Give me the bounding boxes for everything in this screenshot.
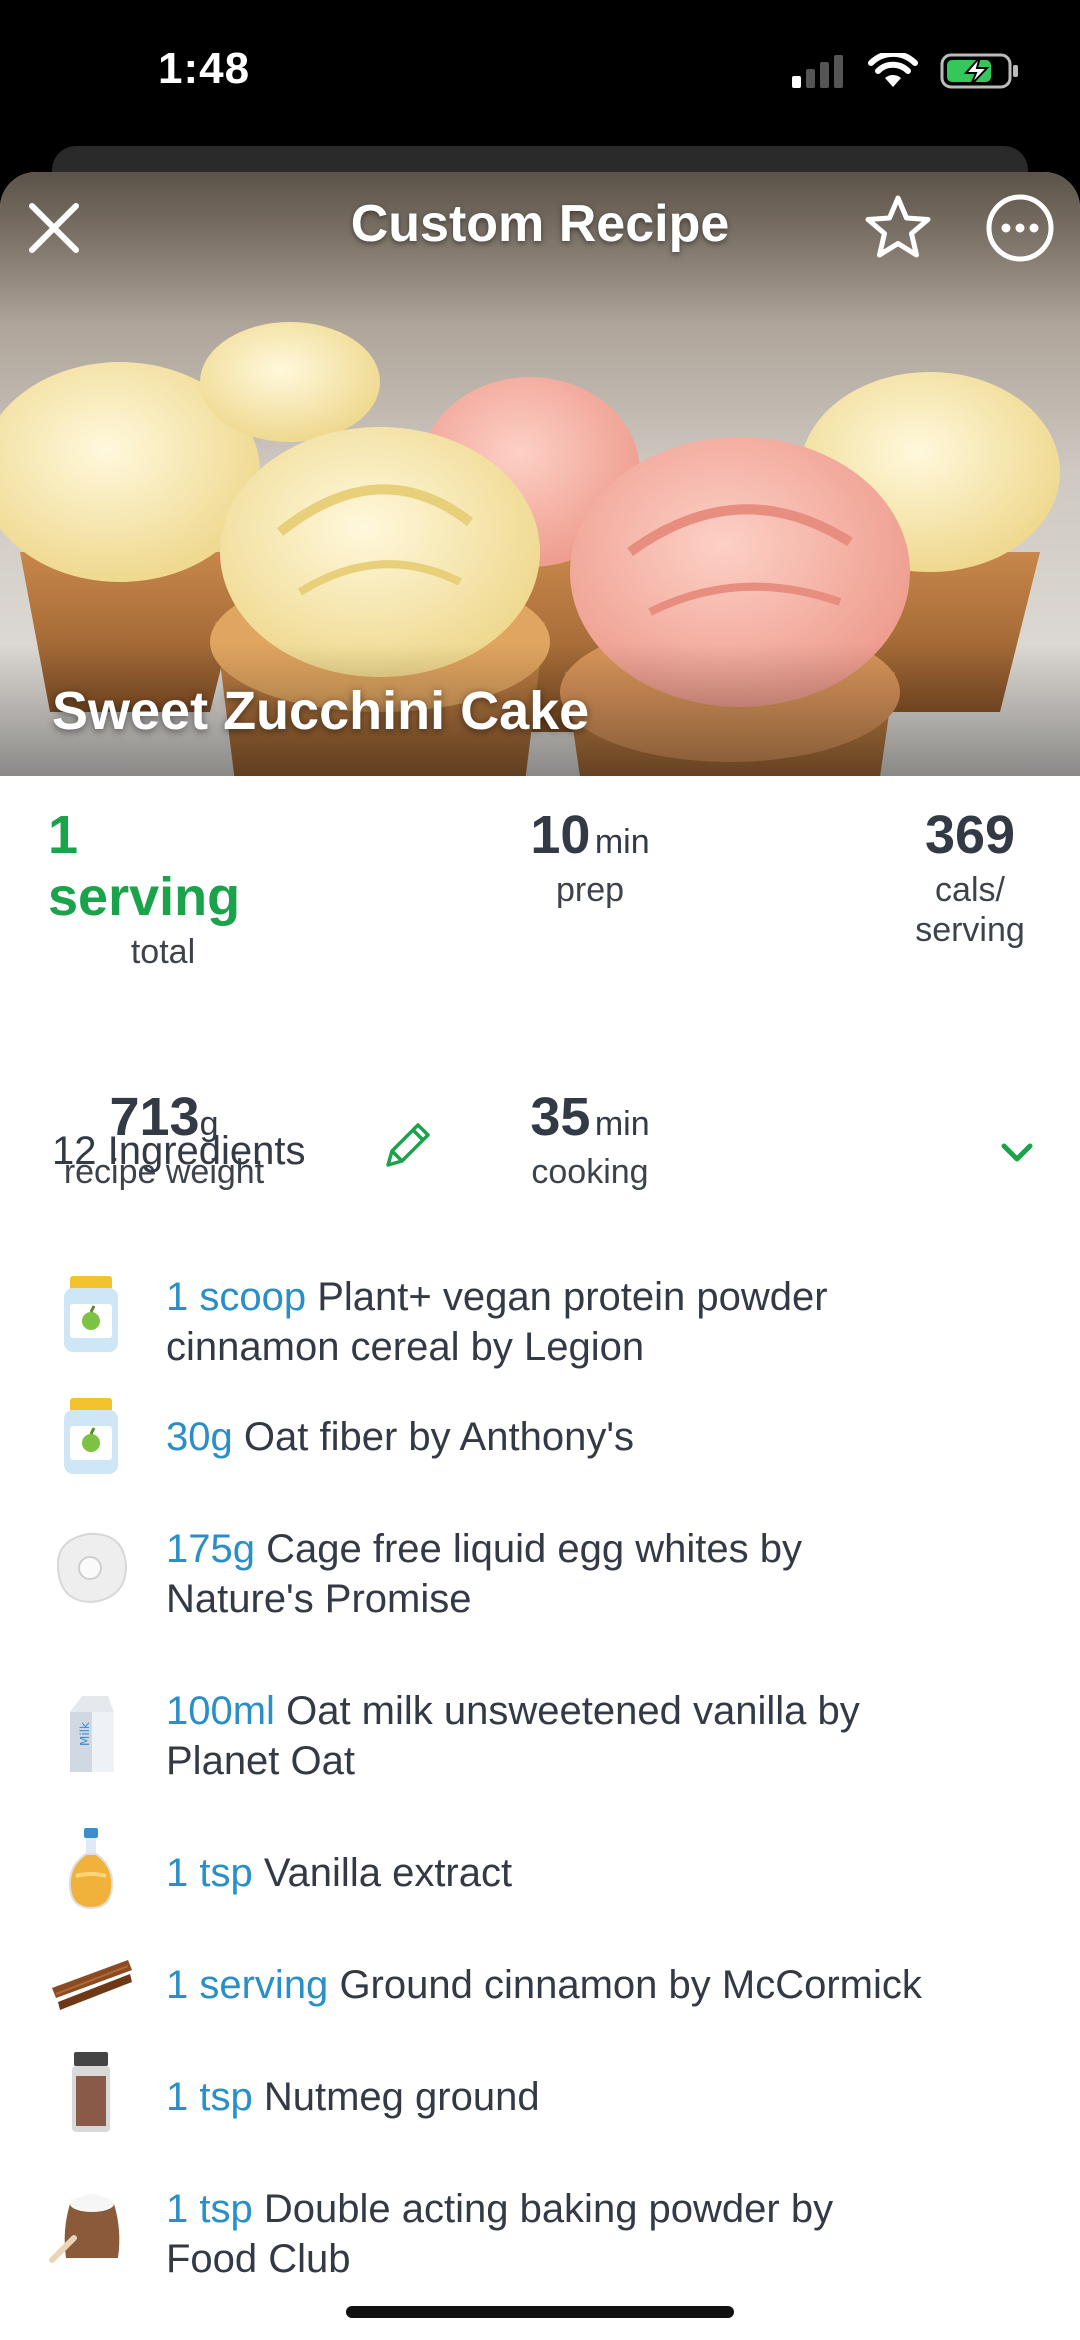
prep-time-stat: 10 min prep [480, 804, 700, 910]
status-time: 1:48 [158, 44, 251, 93]
ingredients-header[interactable]: 12 Ingredients [52, 1117, 1042, 1187]
ingredient-name: Plant+ vegan protein powder [317, 1275, 828, 1319]
battery-charging-icon [940, 53, 1018, 89]
ingredient-row[interactable]: 1 serving Ground cinnamon by McCormick [0, 1960, 1080, 2050]
ingredient-name: Nutmeg ground [263, 2075, 540, 2119]
ingredient-name-continued: cinnamon cereal by Legion [166, 1325, 645, 1369]
recipe-sheet: Custom Recipe Sweet Zucchini Cake 1 serv… [0, 172, 1080, 2340]
ingredient-quantity: 30g [166, 1415, 233, 1459]
ingredient-quantity: 1 tsp [166, 1851, 253, 1895]
home-indicator[interactable] [346, 2306, 734, 2318]
recipe-hero-image: Custom Recipe Sweet Zucchini Cake [0, 172, 1080, 776]
ingredient-name: Cage free liquid egg whites by [266, 1527, 802, 1571]
milk-carton-label: Milk [78, 1722, 92, 1746]
ingredient-quantity: 1 tsp [166, 2187, 253, 2231]
milk-carton-icon: Milk [70, 1696, 114, 1772]
ingredient-row[interactable]: 175g Cage free liquid egg whites by Natu… [0, 1524, 1080, 1634]
ingredient-row[interactable]: 1 tsp Vanilla extract [0, 1828, 1080, 1938]
ingredient-name: Vanilla extract [263, 1851, 513, 1895]
ingredient-name-continued: Planet Oat [166, 1739, 356, 1783]
edit-ingredients-button[interactable] [376, 1117, 436, 1177]
supplement-jar-icon [64, 1276, 118, 1352]
ingredient-row[interactable]: 30g Oat fiber by Anthony's [0, 1398, 1080, 1502]
supplement-jar-icon [64, 1398, 118, 1474]
servings-label: total [130, 933, 196, 971]
collapse-ingredients-button[interactable] [992, 1127, 1042, 1177]
prep-label: prep [555, 871, 625, 909]
ingredient-row[interactable]: 1 tsp Double acting baking powder by Foo… [0, 2184, 1080, 2294]
ingredient-quantity: 1 serving [166, 1963, 329, 2007]
ingredient-name-continued: Nature's Promise [166, 1577, 472, 1621]
ingredient-name: Ground cinnamon by McCormick [339, 1963, 922, 2007]
egg-icon [56, 1532, 128, 1604]
calories-label-line1: cals/ [935, 871, 1005, 909]
ingredient-row[interactable]: 1 tsp Nutmeg ground [0, 2052, 1080, 2162]
status-icons [790, 52, 1020, 90]
ingredient-name-continued: Food Club [166, 2237, 351, 2281]
pencil-icon [386, 1123, 430, 1167]
ingredient-quantity: 1 tsp [166, 2075, 253, 2119]
prep-value: 10 [530, 805, 591, 865]
status-bar: 1:48 [0, 0, 1080, 150]
servings-value: 1 serving [48, 805, 241, 927]
more-options-icon [986, 194, 1054, 262]
ingredient-quantity: 175g [166, 1527, 255, 1571]
chevron-down-icon [1001, 1143, 1033, 1162]
ingredient-name: Oat fiber by Anthony's [243, 1415, 634, 1459]
recipe-name: Sweet Zucchini Cake [52, 681, 590, 741]
cellular-signal-icon [792, 55, 843, 88]
ingredient-quantity: 1 scoop [166, 1275, 307, 1319]
ingredients-title: 12 Ingredients [52, 1129, 306, 1173]
calories-value: 369 [924, 805, 1016, 865]
ingredient-quantity: 100ml [166, 1689, 275, 1733]
flour-sack-icon [49, 2194, 120, 2263]
favorite-button[interactable] [862, 192, 934, 264]
cinnamon-stick-icon [52, 1960, 132, 2010]
oil-bottle-icon [68, 1828, 114, 1910]
prep-unit: min [594, 823, 650, 861]
spice-jar-icon [72, 2052, 110, 2132]
calories-label-line2: serving [915, 911, 1025, 949]
ingredient-row[interactable]: Milk 100ml Oat milk unsweetened vanilla … [0, 1686, 1080, 1796]
calories-stat: 369 cals/ serving [870, 804, 1070, 950]
ingredient-name: Oat milk unsweetened vanilla by [286, 1689, 860, 1733]
ingredient-row[interactable]: 1 scoop Plant+ vegan protein powder cinn… [0, 1272, 1080, 1382]
servings-stat[interactable]: 1 serving total [48, 804, 278, 972]
ingredient-name: Double acting baking powder by [263, 2187, 834, 2231]
more-options-button[interactable] [984, 192, 1056, 264]
wifi-icon [868, 53, 918, 87]
star-icon [865, 195, 931, 258]
